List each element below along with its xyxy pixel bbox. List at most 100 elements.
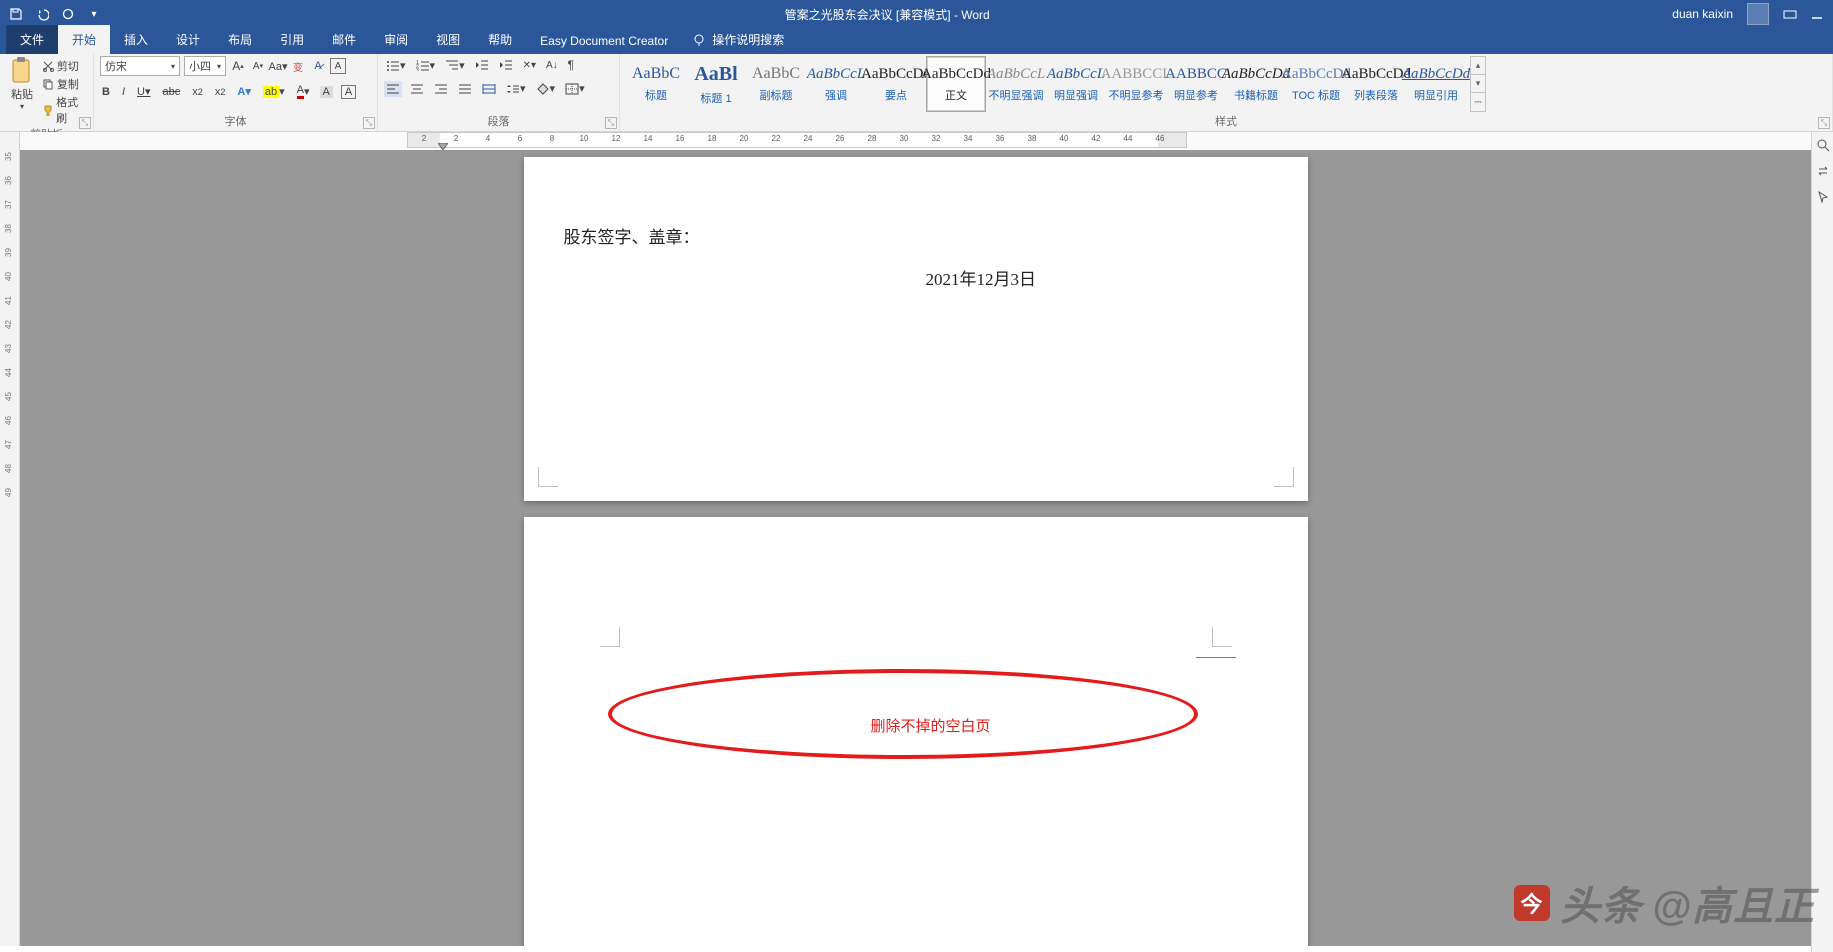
shading-icon[interactable]: ▾ xyxy=(534,80,558,97)
group-font: 仿宋▾ 小四▾ A▴ A▾ Aa▾ 变 A̷ A B I U▾ abc x2 x… xyxy=(94,54,378,131)
page-1: 股东签字、盖章： 2021年12月3日 xyxy=(524,157,1308,501)
bullets-icon[interactable]: ▾ xyxy=(384,57,408,74)
clear-format-icon[interactable]: A̷ xyxy=(310,58,326,74)
underline-button[interactable]: U▾ xyxy=(135,83,152,100)
align-right-icon[interactable] xyxy=(432,81,450,97)
style-h[interactable]: AaBbC标题 xyxy=(626,56,686,112)
tab-design[interactable]: 设计 xyxy=(162,25,214,54)
numbering-icon[interactable]: 123▾ xyxy=(414,57,438,74)
document-area[interactable]: 股东签字、盖章： 2021年12月3日 删除不掉的空白页 xyxy=(20,150,1811,946)
highlight-icon[interactable]: ab▾ xyxy=(261,83,287,100)
distributed-icon[interactable] xyxy=(480,81,498,97)
style-gallery: AaBbC标题AaBl标题 1AaBbC副标题AaBbCcL强调AaBbCcDd… xyxy=(626,56,1466,112)
shrink-font-icon[interactable]: A▾ xyxy=(250,58,266,74)
show-marks-icon[interactable]: ¶ xyxy=(566,56,576,74)
change-case-icon[interactable]: Aa▾ xyxy=(270,58,286,74)
user-name[interactable]: duan kaixin xyxy=(1672,7,1733,21)
ribbon-options-icon[interactable] xyxy=(1783,7,1797,21)
paste-button[interactable]: 粘贴 ▾ xyxy=(6,56,38,111)
cut-button[interactable]: 剪切 xyxy=(42,58,87,74)
style-em[interactable]: AaBbCcL强调 xyxy=(806,56,866,112)
tab-layout[interactable]: 布局 xyxy=(214,25,266,54)
style-se[interactable]: AaBbCcL明显强调 xyxy=(1046,56,1106,112)
style-ie[interactable]: AaBbCcL不明显强调 xyxy=(986,56,1046,112)
style-pt[interactable]: AaBbCcDd要点 xyxy=(866,56,926,112)
title-bar: ▾ 管案之光股东会决议 [兼容模式] - Word duan kaixin xyxy=(0,0,1833,28)
enclose-char-icon[interactable]: A xyxy=(330,58,346,74)
styles-launcher[interactable]: ⤡ xyxy=(1818,117,1830,129)
font-color-icon[interactable]: A▾ xyxy=(295,82,312,101)
text-effects-icon[interactable]: A▾ xyxy=(235,83,252,100)
tab-mailings[interactable]: 邮件 xyxy=(318,25,370,54)
style-sub[interactable]: AaBbC副标题 xyxy=(746,56,806,112)
style-h1[interactable]: AaBl标题 1 xyxy=(686,56,746,112)
tab-references[interactable]: 引用 xyxy=(266,25,318,54)
find-icon[interactable] xyxy=(1816,138,1830,152)
gallery-more-icon[interactable]: ⎓ xyxy=(1471,93,1485,111)
clipboard-launcher[interactable]: ⤡ xyxy=(79,117,91,129)
side-pane xyxy=(1811,132,1833,952)
style-sr[interactable]: AABBCC明显参考 xyxy=(1166,56,1226,112)
char-shading-icon[interactable]: A xyxy=(320,86,333,98)
style-ir[interactable]: AABBCCL不明显参考 xyxy=(1106,56,1166,112)
save-icon[interactable] xyxy=(8,6,24,22)
style-iq[interactable]: AaBbCcDd明显引用 xyxy=(1406,56,1466,112)
justify-icon[interactable] xyxy=(456,81,474,97)
qat-customize-icon[interactable]: ▾ xyxy=(86,6,102,22)
redo-icon[interactable] xyxy=(60,6,76,22)
replace-icon[interactable] xyxy=(1816,164,1830,178)
doc-line-signature[interactable]: 股东签字、盖章： xyxy=(564,223,700,248)
tab-insert[interactable]: 插入 xyxy=(110,25,162,54)
gallery-up-icon[interactable]: ▴ xyxy=(1471,57,1485,75)
style-toc[interactable]: AaBbCcDdTOC 标题 xyxy=(1286,56,1346,112)
style-normal[interactable]: AaBbCcDd正文 xyxy=(926,56,986,112)
italic-button[interactable]: I xyxy=(120,84,127,100)
workspace: 353637383940414243444546474849 224681012… xyxy=(0,132,1811,946)
style-gallery-controls: ▴ ▾ ⎓ xyxy=(1470,56,1486,112)
tab-file[interactable]: 文件 xyxy=(6,25,58,54)
tab-help[interactable]: 帮助 xyxy=(474,25,526,54)
decrease-indent-icon[interactable] xyxy=(473,57,491,73)
bold-button[interactable]: B xyxy=(100,84,112,100)
doc-line-date[interactable]: 2021年12月3日 xyxy=(926,265,1037,290)
copy-button[interactable]: 复制 xyxy=(42,76,87,92)
watermark-logo-icon: 今 xyxy=(1514,885,1550,921)
ribbon: 粘贴 ▾ 剪切 复制 格式刷 剪贴板 ⤡ 仿宋▾ 小四▾ A▴ A▾ Aa▾ 变… xyxy=(0,54,1833,132)
borders-icon[interactable]: ▾ xyxy=(563,80,587,97)
horizontal-ruler[interactable]: 2246810121416182022242628303234363840424… xyxy=(407,132,1187,148)
grow-font-icon[interactable]: A▴ xyxy=(230,58,246,74)
style-lp[interactable]: AaBbCcDd列表段落 xyxy=(1346,56,1406,112)
tab-home[interactable]: 开始 xyxy=(58,25,110,54)
group-paragraph: ▾ 123▾ ▾ ✕▾ A↓ ¶ ▾ ▾ ▾ 段落 ⤡ xyxy=(378,54,620,131)
subscript-button[interactable]: x2 xyxy=(190,84,205,100)
user-avatar[interactable] xyxy=(1747,3,1769,25)
tab-edc[interactable]: Easy Document Creator xyxy=(526,28,682,54)
tab-view[interactable]: 视图 xyxy=(422,25,474,54)
style-bt[interactable]: AaBbCcDd书籍标题 xyxy=(1226,56,1286,112)
multilevel-icon[interactable]: ▾ xyxy=(443,57,467,74)
tell-me-search[interactable]: 操作说明搜索 xyxy=(682,25,794,54)
char-border-icon[interactable]: A xyxy=(341,85,356,99)
strikethrough-button[interactable]: abc xyxy=(160,84,182,100)
window-title: 管案之光股东会决议 [兼容模式] - Word xyxy=(102,6,1672,23)
sort-icon[interactable]: A↓ xyxy=(544,58,560,73)
tab-review[interactable]: 审阅 xyxy=(370,25,422,54)
gallery-down-icon[interactable]: ▾ xyxy=(1471,75,1485,93)
asian-layout-icon[interactable]: ✕▾ xyxy=(521,58,538,73)
align-center-icon[interactable] xyxy=(408,81,426,97)
phonetic-guide-icon[interactable]: 变 xyxy=(290,58,306,74)
align-left-icon[interactable] xyxy=(384,81,402,97)
superscript-button[interactable]: x2 xyxy=(213,84,228,100)
annotation-text: 删除不掉的空白页 xyxy=(871,715,991,736)
line-spacing-icon[interactable]: ▾ xyxy=(504,80,528,97)
increase-indent-icon[interactable] xyxy=(497,57,515,73)
font-name-combo[interactable]: 仿宋▾ xyxy=(100,56,180,76)
minimize-icon[interactable] xyxy=(1811,8,1823,20)
text-cursor xyxy=(1196,657,1236,658)
vertical-ruler[interactable]: 353637383940414243444546474849 xyxy=(0,132,20,946)
select-icon[interactable] xyxy=(1816,190,1830,204)
font-launcher[interactable]: ⤡ xyxy=(363,117,375,129)
font-size-combo[interactable]: 小四▾ xyxy=(184,56,226,76)
undo-icon[interactable] xyxy=(34,6,50,22)
paragraph-launcher[interactable]: ⤡ xyxy=(605,117,617,129)
